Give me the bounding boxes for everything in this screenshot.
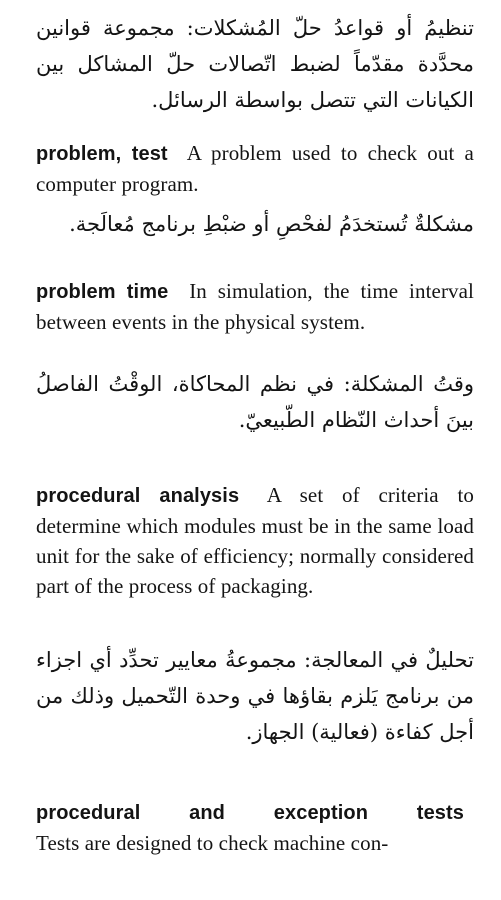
entry-term: problem, test <box>36 143 168 165</box>
entry-problem-test-arabic: مشكلةٌ تُستخدَمُ لفحْصِ أو ضبْطِ برنامج … <box>36 206 474 242</box>
english-definition: procedural and exception tests <box>36 797 474 828</box>
english-definition: problem time In simulation, the time int… <box>36 276 474 337</box>
arabic-translation: تنظيمُ أو قواعدُ حلّ المُشكلات: مجموعة ق… <box>36 16 474 112</box>
entry-procedural-analysis-arabic: تحليلٌ في المعالجة: مجموعةُ معايير تحدِّ… <box>36 642 474 750</box>
definition-text: Tests are designed to check machine con- <box>36 831 389 855</box>
entry-term: procedural analysis <box>36 485 240 507</box>
entry-procedural-and-exception-tests: procedural and exception tests Tests are… <box>36 797 474 858</box>
continuation-entry: تنظيمُ أو قواعدُ حلّ المُشكلات: مجموعة ق… <box>36 10 474 118</box>
arabic-translation: وقتُ المشكلة: في نظم المحاكاة، الوقْتُ ا… <box>36 372 474 432</box>
entry-term: problem time <box>36 281 169 303</box>
entry-problem-test: problem, test A problem used to check ou… <box>36 138 474 199</box>
entry-problem-time-arabic: وقتُ المشكلة: في نظم المحاكاة، الوقْتُ ا… <box>36 366 474 438</box>
entry-term: procedural and exception tests <box>36 802 464 824</box>
entry-procedural-analysis: procedural analysis A set of criteria to… <box>36 480 474 601</box>
entry-problem-time: problem time In simulation, the time int… <box>36 276 474 337</box>
english-definition: problem, test A problem used to check ou… <box>36 138 474 199</box>
arabic-translation: تحليلٌ في المعالجة: مجموعةُ معايير تحدِّ… <box>36 648 474 744</box>
arabic-translation: مشكلةٌ تُستخدَمُ لفحْصِ أو ضبْطِ برنامج … <box>69 212 474 236</box>
english-definition: procedural analysis A set of criteria to… <box>36 480 474 601</box>
